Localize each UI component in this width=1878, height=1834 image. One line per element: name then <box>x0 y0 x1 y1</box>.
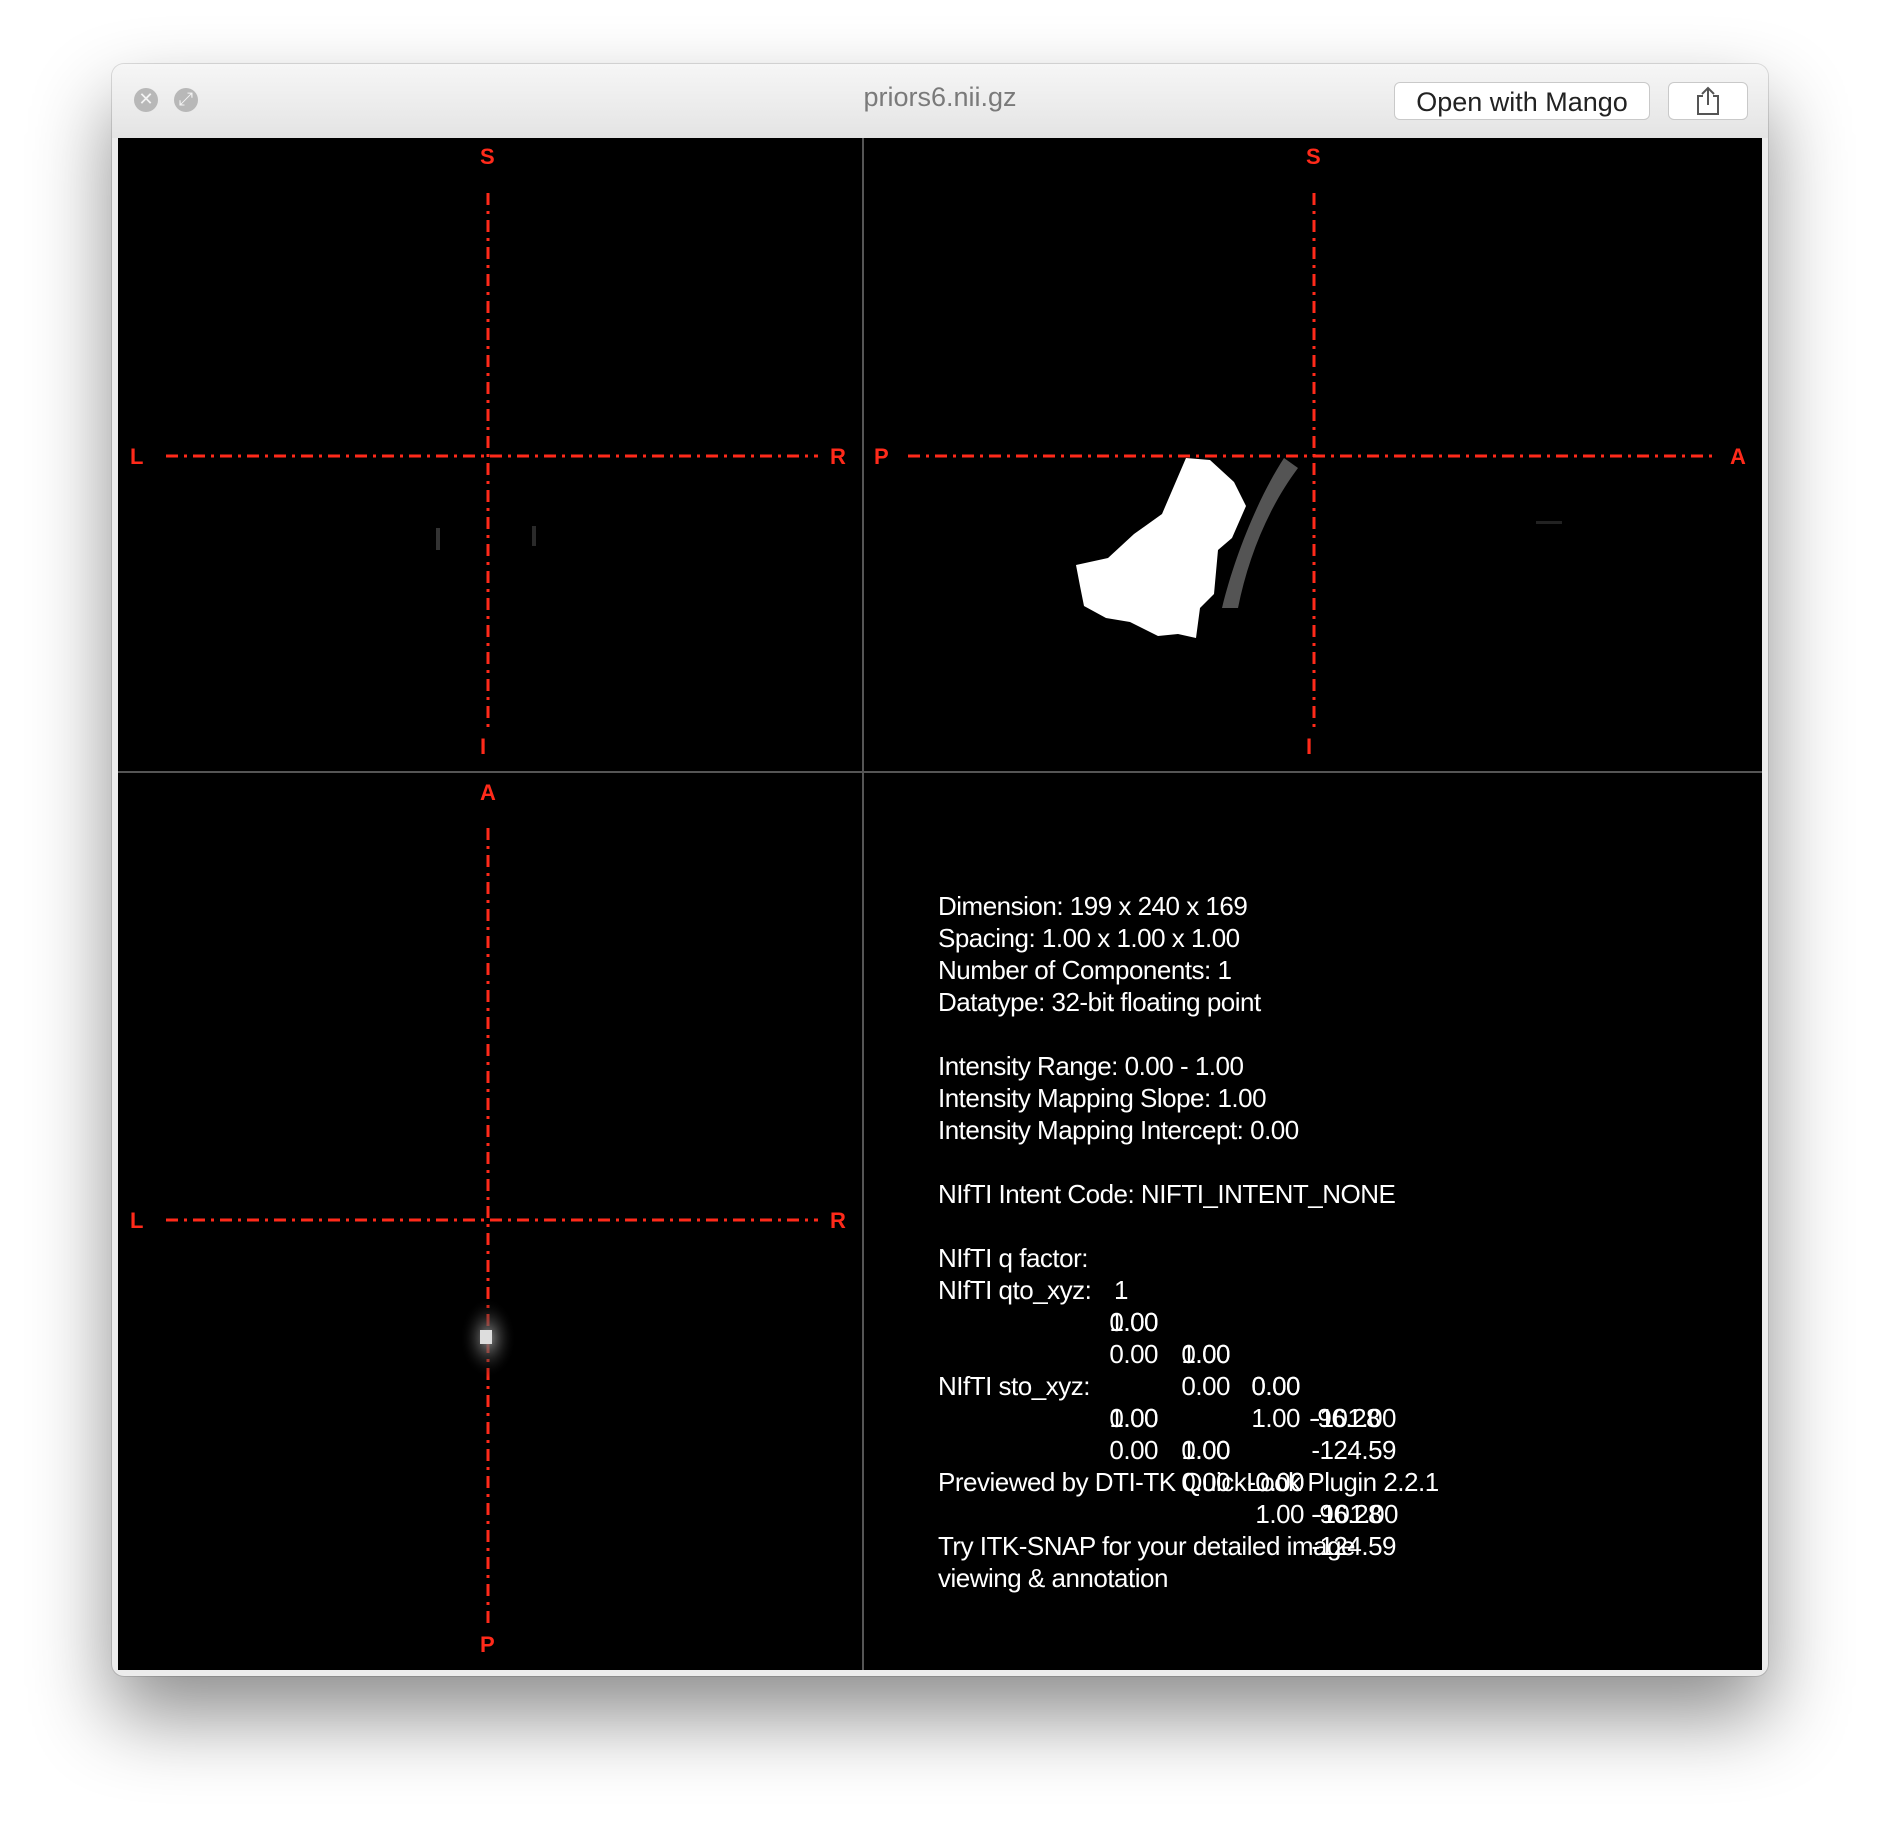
info-spacing: Spacing: 1.00 x 1.00 x 1.00 <box>938 923 1240 953</box>
label-left: L <box>130 1208 144 1233</box>
label-superior: S <box>1306 144 1321 169</box>
matrix-cell: -124.59 <box>1311 1435 1396 1465</box>
info-intensity-range: Intensity Range: 0.00 - 1.00 <box>938 1051 1244 1081</box>
label-anterior: A <box>480 780 496 805</box>
info-dimension: Dimension: 199 x 240 x 169 <box>938 891 1248 921</box>
sto-row: 0.00 1.00 -0.00 -96.28 <box>938 1370 1498 1529</box>
coronal-faint-blob <box>532 526 536 546</box>
matrix-cell: -0.00 <box>1247 1467 1304 1497</box>
label-right: R <box>830 444 846 469</box>
matrix-cell: -96.28 <box>1311 1499 1382 1529</box>
sagittal-prior-shape <box>1076 458 1246 638</box>
label-inferior: I <box>1306 734 1313 759</box>
share-icon <box>1697 86 1719 115</box>
itk-snap-promo-line2: viewing & annotation <box>938 1563 1168 1593</box>
sagittal-faint-blob <box>1536 521 1562 524</box>
matrix-cell: -124.59 <box>1311 1531 1396 1561</box>
matrix-cell: 0.00 <box>1181 1467 1230 1497</box>
label-left: L <box>130 444 144 469</box>
info-datatype: Datatype: 32-bit floating point <box>938 987 1261 1017</box>
info-components: Number of Components: 1 <box>938 955 1232 985</box>
info-intent-code: NIfTI Intent Code: NIFTI_INTENT_NONE <box>938 1179 1396 1209</box>
qto-row: 0.00 1.00 0.00 -96.28 <box>938 1274 1498 1433</box>
itk-snap-promo-line1: Try ITK-SNAP for your detailed image <box>938 1531 1355 1561</box>
sto-row: 0.00 0.00 1.00 -124.59 <box>938 1402 1498 1561</box>
label-anterior: A <box>1730 444 1746 469</box>
qto-row: 0.00 0.00 1.00 -124.59 <box>938 1306 1498 1465</box>
info-qfactor: NIfTI q factor: 1 <box>938 1210 1498 1305</box>
matrix-cell: 1.00 <box>1255 1499 1304 1529</box>
quicklook-window: ✕ ⤢ priors6.nii.gz Open with Mango S I L… <box>112 64 1768 1676</box>
matrix-cell: 1.00 <box>1181 1435 1230 1465</box>
open-with-mango-button[interactable]: Open with Mango <box>1394 82 1650 120</box>
image-viewer: S I L R S I P A A P L R Dimension: 199 x… <box>118 138 1762 1670</box>
label-superior: S <box>480 144 495 169</box>
axial-bright-spot <box>480 1330 492 1344</box>
info-mapping-intercept: Intensity Mapping Intercept: 0.00 <box>938 1115 1299 1145</box>
share-button[interactable] <box>1668 82 1748 120</box>
image-info-panel: Dimension: 199 x 240 x 169 Spacing: 1.00… <box>938 890 1498 1594</box>
title-bar: ✕ ⤢ priors6.nii.gz Open with Mango <box>112 64 1768 138</box>
coronal-faint-blob <box>436 528 440 550</box>
qto-row: NIfTI qto_xyz: 1.00 0.00 0.00 -101.00 <box>938 1242 1498 1433</box>
matrix-cell: 0.00 <box>1109 1435 1158 1465</box>
label-posterior: P <box>480 1632 495 1657</box>
sto-row: NIfTI sto_xyz: 1.00 0.00 -0.00 -101.00 <box>938 1338 1498 1529</box>
label-inferior: I <box>480 734 487 759</box>
label-posterior: P <box>874 444 889 469</box>
label-right: R <box>830 1208 846 1233</box>
info-mapping-slope: Intensity Mapping Slope: 1.00 <box>938 1083 1267 1113</box>
